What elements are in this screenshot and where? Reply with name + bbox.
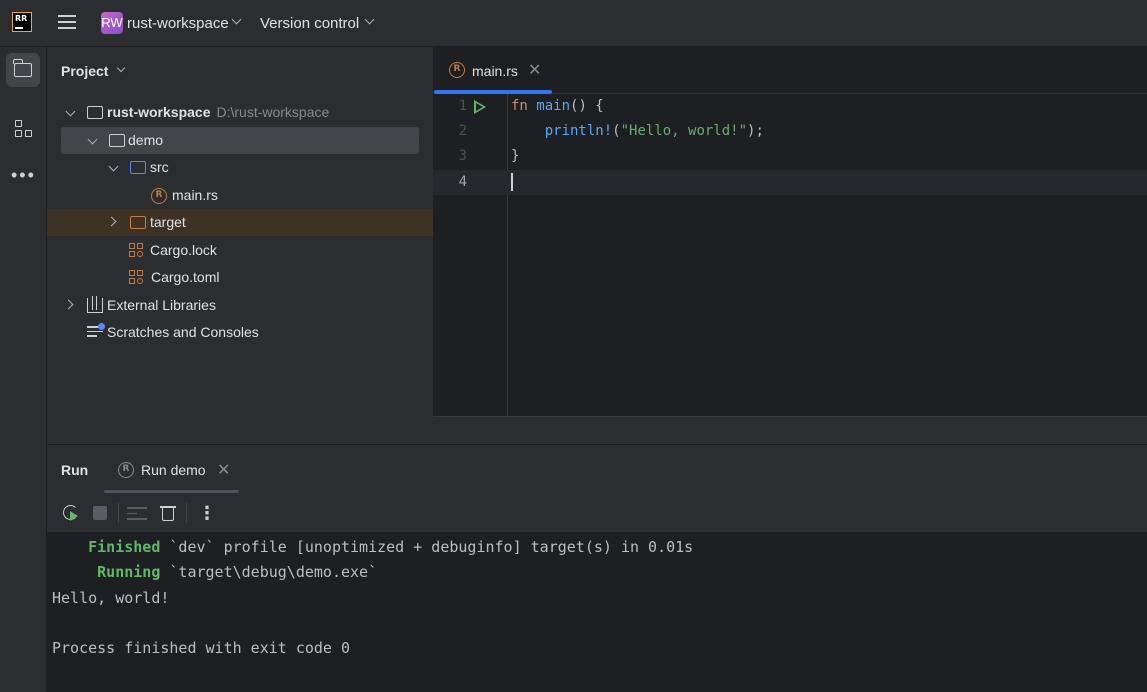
tree-item-label: target: [150, 214, 186, 230]
rust-run-icon: R: [118, 462, 134, 478]
close-icon[interactable]: ✕: [528, 60, 541, 80]
clear-all-icon[interactable]: [158, 503, 178, 523]
scroll-to-end-icon[interactable]: [127, 503, 147, 523]
editor-tabs: R main.rs ✕: [433, 47, 1147, 94]
run-tab-label: Run demo: [141, 462, 206, 478]
chevron-right-icon[interactable]: [63, 299, 74, 310]
left-toolbar: •••: [0, 47, 47, 692]
stop-icon[interactable]: [90, 503, 110, 523]
source-folder-icon: [130, 161, 146, 174]
tree-item-path: D:\rust-workspace: [216, 104, 330, 120]
line-number: 3: [458, 148, 467, 164]
project-panel: Project rust-workspace D:\rust-workspace …: [47, 47, 433, 444]
toolbar-divider: [118, 503, 119, 523]
console-text: `target\debug\demo.exe`: [160, 563, 378, 581]
tree-item-rust-workspace[interactable]: rust-workspace D:\rust-workspace: [47, 99, 433, 126]
folder-icon: [13, 59, 32, 77]
code-function-name: main: [536, 98, 571, 114]
editor: R main.rs ✕ 1 fn main() { 2 println!("He…: [433, 47, 1147, 444]
code-string: "Hello, world!": [620, 123, 748, 139]
tree-item-label: Scratches and Consoles: [107, 324, 259, 340]
console-status: Finished: [88, 538, 161, 556]
excluded-folder-icon: [130, 216, 146, 229]
rust-file-icon: R: [449, 62, 465, 78]
code-keyword: fn: [511, 98, 528, 114]
tree-item-external-libraries[interactable]: External Libraries: [47, 292, 433, 319]
rust-file-icon: R: [151, 188, 167, 204]
line-number: 2: [458, 123, 467, 139]
console-line: Running `target\debug\demo.exe`: [52, 563, 377, 581]
tab-main-rs[interactable]: R main.rs ✕: [433, 47, 553, 94]
tree-item-label: main.rs: [172, 187, 218, 203]
tree-item-scratches[interactable]: Scratches and Consoles: [47, 319, 433, 346]
chevron-down-icon[interactable]: [116, 63, 126, 73]
tree-item-label: demo: [128, 132, 164, 148]
console-line: Process finished with exit code 0: [52, 639, 351, 657]
console-status: Running: [97, 563, 161, 581]
close-icon[interactable]: ✕: [217, 460, 230, 480]
title-bar: RR RW rust-workspace Version control: [0, 0, 1147, 47]
toolbar-divider: [186, 503, 187, 523]
code-macro: println!: [544, 123, 613, 139]
text-caret: [511, 173, 513, 191]
tree-item-label: Cargo.lock: [150, 242, 217, 258]
tree-item-label: External Libraries: [107, 297, 216, 313]
tree-item-src[interactable]: src: [47, 154, 433, 181]
code-line-current[interactable]: 4: [433, 170, 1147, 195]
folder-icon: [109, 134, 125, 147]
console-line: Hello, world!: [52, 589, 170, 607]
cargo-lock-icon: [129, 243, 145, 259]
tree-item-label: rust-workspace: [107, 104, 211, 120]
code-line[interactable]: 3 }: [433, 144, 1147, 169]
line-number: 1: [458, 98, 467, 114]
version-control-menu[interactable]: Version control: [260, 15, 359, 32]
editor-breadcrumb-bar: [433, 416, 1147, 444]
code-text: );: [747, 123, 764, 139]
structure-icon: [15, 120, 33, 138]
tree-item-cargo-lock[interactable]: Cargo.lock: [47, 237, 433, 264]
console-output[interactable]: Finished `dev` profile [unoptimized + de…: [47, 533, 1147, 692]
project-panel-title[interactable]: Project: [61, 63, 108, 79]
chevron-down-icon[interactable]: [231, 14, 242, 25]
more-tools-icon[interactable]: •••: [11, 165, 36, 186]
console-text: `dev` profile [unoptimized + debuginfo] …: [160, 538, 694, 556]
run-gutter-icon[interactable]: [474, 100, 486, 114]
scratches-icon: [87, 323, 105, 340]
tree-item-label: Cargo.toml: [151, 269, 220, 285]
chevron-down-icon[interactable]: [108, 161, 119, 172]
app-logo-icon[interactable]: RR: [12, 12, 32, 32]
main-menu-icon[interactable]: [58, 15, 76, 29]
code-text: () {: [570, 98, 604, 114]
code-line[interactable]: 1 fn main() {: [433, 94, 1147, 119]
chevron-down-icon[interactable]: [364, 14, 375, 25]
tree-item-main-rs[interactable]: R main.rs: [47, 182, 433, 209]
tree-item-target[interactable]: target: [47, 209, 433, 236]
tree-item-label: src: [150, 159, 169, 175]
cargo-toml-icon: [129, 270, 145, 286]
project-name[interactable]: rust-workspace: [127, 15, 229, 32]
console-line: Finished `dev` profile [unoptimized + de…: [52, 538, 693, 556]
run-panel: Run R Run demo ✕ ⋮ Finished `dev` profil…: [47, 444, 1147, 692]
app-logo-text: RR: [15, 14, 28, 23]
tree-item-demo[interactable]: demo: [47, 127, 433, 154]
rerun-icon[interactable]: [61, 503, 81, 523]
tree-item-cargo-toml[interactable]: Cargo.toml: [47, 264, 433, 291]
code-line[interactable]: 2 println!("Hello, world!");: [433, 119, 1147, 144]
chevron-down-icon[interactable]: [65, 106, 76, 117]
line-number: 4: [458, 174, 467, 190]
code-text: (: [612, 123, 621, 139]
code-text: }: [511, 148, 520, 164]
project-badge[interactable]: RW: [101, 12, 123, 34]
more-options-icon[interactable]: ⋮: [197, 503, 217, 523]
project-tool-button[interactable]: [6, 53, 40, 87]
run-toolbar: ⋮: [47, 493, 1147, 533]
structure-tool-button[interactable]: [6, 111, 40, 145]
folder-icon: [87, 106, 103, 119]
run-panel-title: Run: [61, 462, 89, 478]
tab-label: main.rs: [472, 63, 518, 79]
library-icon: [87, 296, 103, 313]
chevron-right-icon[interactable]: [106, 216, 117, 227]
